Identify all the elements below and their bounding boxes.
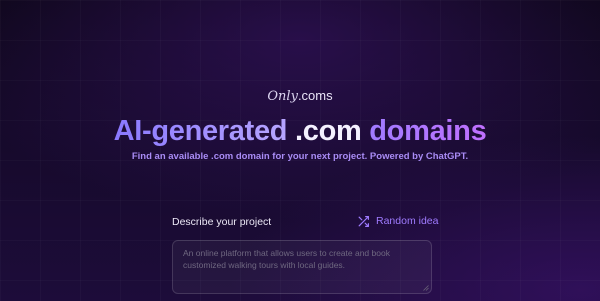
logo-coms: .coms	[297, 88, 333, 103]
page-subtitle: Find an available .com domain for your n…	[131, 151, 469, 162]
random-idea-label: Random idea	[376, 215, 439, 227]
page-title: AI-generated .com domains	[0, 113, 600, 149]
describe-project-label: Describe your project	[172, 216, 272, 228]
project-description-placeholder: An online platform that allows users to …	[183, 248, 390, 270]
title-ai-generated: AI-generated	[113, 115, 288, 147]
project-description-input[interactable]: An online platform that allows users to …	[172, 240, 432, 294]
shuffle-icon	[357, 215, 370, 228]
title-domains: domains	[369, 115, 487, 147]
resize-handle-icon[interactable]	[423, 285, 429, 291]
title-com: .com	[295, 115, 362, 147]
logo-only: Only	[267, 89, 298, 104]
random-idea-button[interactable]: Random idea	[357, 214, 438, 229]
logo[interactable]: Only.coms	[0, 88, 600, 105]
